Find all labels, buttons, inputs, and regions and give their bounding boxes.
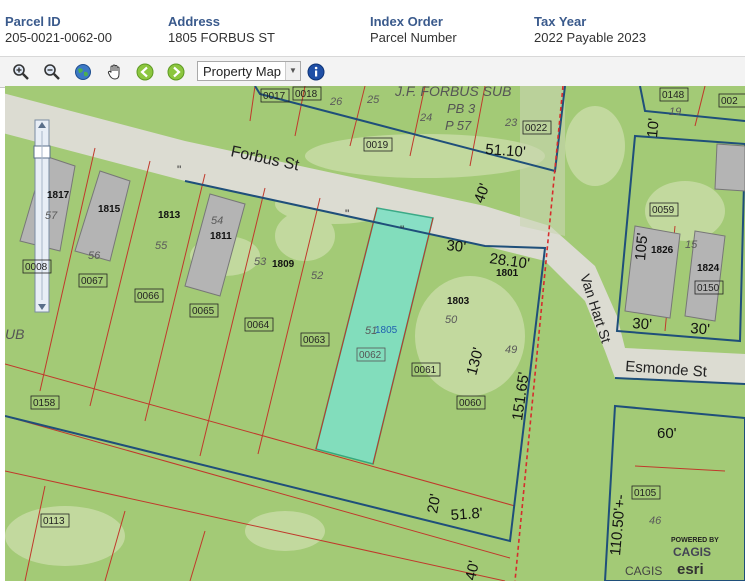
parcel-id-0150[interactable]: 0150 bbox=[697, 283, 720, 294]
index-order-label: Index Order bbox=[370, 14, 443, 29]
lot-24: 24 bbox=[419, 112, 432, 124]
lot-15: 15 bbox=[685, 239, 698, 251]
parcel-id-0062[interactable]: 0062 bbox=[359, 350, 382, 361]
dim-30-c: 30' bbox=[690, 320, 711, 338]
svg-text:": " bbox=[345, 207, 349, 221]
svg-text:": " bbox=[400, 223, 404, 237]
parcel-id-0067[interactable]: 0067 bbox=[81, 276, 104, 287]
house-1824: 1824 bbox=[697, 263, 720, 274]
parcel-id-0065[interactable]: 0065 bbox=[192, 306, 215, 317]
lot-55: 55 bbox=[155, 240, 168, 252]
lot-25: 25 bbox=[366, 94, 380, 106]
parcel-id-label: Parcel ID bbox=[5, 14, 61, 29]
powered-by-text: POWERED BY bbox=[671, 537, 719, 544]
house-1811: 1811 bbox=[210, 231, 232, 242]
parcel-id-0018[interactable]: 0018 bbox=[295, 89, 318, 100]
address-column: Address 1805 FORBUS ST bbox=[168, 14, 275, 46]
subdivision-name: J.F. FORBUS SUB bbox=[394, 86, 511, 99]
lot-19: 19 bbox=[669, 106, 681, 118]
property-map[interactable]: Forbus St Van Hart St Esmonde St J.F. FO… bbox=[5, 86, 745, 581]
dim-105: 105' bbox=[632, 232, 651, 261]
parcel-id-value: 205-0021-0062-00 bbox=[5, 30, 112, 45]
address-value: 1805 FORBUS ST bbox=[168, 30, 275, 45]
subdivision-pb: PB 3 bbox=[447, 101, 476, 116]
map-type-select[interactable]: Property Map ▼ bbox=[197, 61, 301, 81]
lot-49: 49 bbox=[505, 344, 517, 356]
info-icon[interactable] bbox=[307, 63, 325, 81]
globe-icon[interactable] bbox=[74, 63, 92, 81]
house-1805: 1805 bbox=[375, 325, 398, 336]
parcel-id-0148[interactable]: 0148 bbox=[662, 90, 685, 101]
lot-46: 46 bbox=[649, 515, 662, 527]
house-1817: 1817 bbox=[47, 190, 70, 201]
parcel-id-0019[interactable]: 0019 bbox=[366, 140, 389, 151]
parcel-id-0113[interactable]: 0113 bbox=[43, 516, 65, 527]
dim-51-8: 51.8' bbox=[450, 505, 483, 524]
parcel-header: Parcel ID 205-0021-0062-00 Address 1805 … bbox=[0, 0, 745, 56]
subdivision-fragment: UB bbox=[5, 326, 24, 342]
map-toolbar: Property Map ▼ bbox=[0, 56, 745, 88]
cagis-logo: CAGIS bbox=[673, 545, 711, 559]
lot-26: 26 bbox=[329, 96, 343, 108]
dim-30-a: 30' bbox=[446, 237, 467, 256]
parcel-id-0017[interactable]: 0017 bbox=[263, 91, 286, 102]
house-1815: 1815 bbox=[98, 204, 121, 215]
house-1826: 1826 bbox=[651, 245, 674, 256]
lot-53: 53 bbox=[254, 256, 267, 268]
back-arrow-icon[interactable] bbox=[136, 63, 154, 81]
dim-30-b: 30' bbox=[632, 315, 653, 333]
parcel-id-0105[interactable]: 0105 bbox=[634, 488, 657, 499]
tax-year-column: Tax Year 2022 Payable 2023 bbox=[534, 14, 646, 46]
tax-year-value: 2022 Payable 2023 bbox=[534, 30, 647, 45]
index-order-column: Index Order Parcel Number bbox=[370, 14, 457, 46]
house-1809: 1809 bbox=[272, 259, 295, 270]
esri-logo: esri bbox=[677, 561, 704, 578]
zoom-in-icon[interactable] bbox=[12, 63, 30, 81]
lot-50: 50 bbox=[445, 314, 458, 326]
parcel-id-0059[interactable]: 0059 bbox=[652, 205, 675, 216]
lot-52: 52 bbox=[311, 270, 323, 282]
lot-57: 57 bbox=[45, 210, 58, 222]
forward-arrow-icon[interactable] bbox=[167, 63, 185, 81]
parcel-id-column: Parcel ID 205-0021-0062-00 bbox=[5, 14, 112, 46]
alley bbox=[520, 86, 565, 236]
parcel-id-0061[interactable]: 0061 bbox=[414, 365, 437, 376]
parcel-id-002[interactable]: 002 bbox=[721, 96, 738, 107]
lot-54: 54 bbox=[211, 215, 223, 227]
map-type-value: Property Map bbox=[203, 64, 282, 79]
lot-23: 23 bbox=[504, 117, 518, 129]
lot-56: 56 bbox=[88, 250, 101, 262]
subdivision-page: P 57 bbox=[445, 118, 472, 133]
svg-text:": " bbox=[177, 163, 181, 177]
parcel-id-0008[interactable]: 0008 bbox=[25, 262, 48, 273]
cagis-text: CAGIS bbox=[625, 564, 662, 578]
parcel-id-0064[interactable]: 0064 bbox=[247, 320, 270, 331]
parcel-id-0060[interactable]: 0060 bbox=[459, 398, 482, 409]
parcel-id-0158[interactable]: 0158 bbox=[33, 398, 56, 409]
parcel-id-0063[interactable]: 0063 bbox=[303, 335, 326, 346]
parcel-id-0022[interactable]: 0022 bbox=[525, 123, 548, 134]
house-1803: 1803 bbox=[447, 296, 470, 307]
address-label: Address bbox=[168, 14, 221, 29]
pan-hand-icon[interactable] bbox=[106, 63, 124, 81]
dim-20: 20' bbox=[424, 492, 444, 514]
index-order-value: Parcel Number bbox=[370, 30, 457, 45]
dim-60: 60' bbox=[657, 425, 677, 442]
zoom-out-icon[interactable] bbox=[43, 63, 61, 81]
parcel-id-0066[interactable]: 0066 bbox=[137, 291, 160, 302]
dim-51-10: 51.10' bbox=[485, 141, 527, 161]
dim-10: 10' bbox=[644, 117, 663, 138]
chevron-down-icon: ▼ bbox=[285, 62, 300, 80]
house-1813: 1813 bbox=[158, 210, 181, 221]
tax-year-label: Tax Year bbox=[534, 14, 587, 29]
